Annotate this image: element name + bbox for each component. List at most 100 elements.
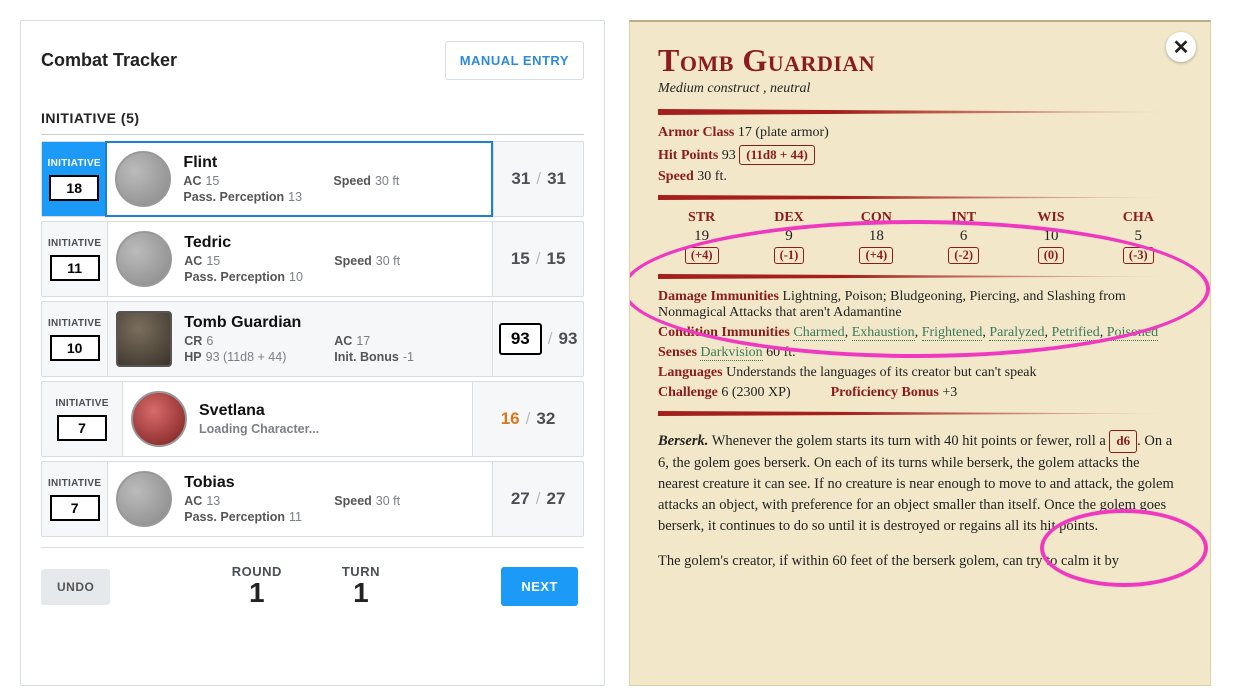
turn-value: 1 <box>342 577 380 609</box>
speed-label: Speed <box>658 169 694 184</box>
combatant-name: Svetlana <box>199 402 464 420</box>
close-button[interactable]: ✕ <box>1166 32 1196 62</box>
trait-text: Whenever the golem starts its turn with … <box>712 433 1110 449</box>
combatant-name: Tobias <box>184 474 484 492</box>
avatar <box>116 311 172 367</box>
initiative-row[interactable]: INITIATIVE 7 Tobias AC13Speed30 ft Pass.… <box>41 461 584 537</box>
ability-heading: STR <box>658 210 745 226</box>
ability-mod-button[interactable]: (-2) <box>948 247 979 264</box>
divider <box>658 411 1182 416</box>
tracker-title: Combat Tracker <box>41 50 177 71</box>
hp-max: 15 <box>547 249 566 269</box>
initiative-cell: INITIATIVE 7 <box>42 382 122 456</box>
damage-immunities-label: Damage Immunities <box>658 289 779 304</box>
initiative-cell: INITIATIVE 18 <box>42 142 106 216</box>
hp-current[interactable]: 31 <box>511 169 530 189</box>
ability-mod-button[interactable]: (0) <box>1038 247 1065 264</box>
hp-roll-button[interactable]: (11d8 + 44) <box>739 145 815 165</box>
ability-mod-button[interactable]: (-1) <box>774 247 805 264</box>
hp-max: 27 <box>547 489 566 509</box>
close-icon: ✕ <box>1173 35 1190 60</box>
condition-immunities-label: Condition Immunities <box>658 325 790 340</box>
condition-link[interactable]: Charmed <box>793 325 844 341</box>
combatant-chip[interactable]: Tedric AC15Speed30 ft Pass. Perception10 <box>107 222 492 296</box>
combatant-chip[interactable]: Tobias AC13Speed30 ft Pass. Perception11 <box>107 462 492 536</box>
ability-mod-button[interactable]: (+4) <box>685 247 719 264</box>
senses-range: 60 ft. <box>766 345 796 360</box>
initiative-input[interactable]: 7 <box>57 415 107 441</box>
avatar <box>131 391 187 447</box>
ability-score: 19 <box>658 228 745 245</box>
trait-berserk: Berserk. Whenever the golem starts its t… <box>658 430 1182 537</box>
hp-value: 93 <box>722 148 736 163</box>
initiative-cell: INITIATIVE 11 <box>42 222 107 296</box>
ability-heading: INT <box>920 210 1007 226</box>
manual-entry-button[interactable]: MANUAL ENTRY <box>445 41 584 80</box>
hp-max: 32 <box>536 409 555 429</box>
avatar <box>116 471 172 527</box>
divider <box>658 274 1182 279</box>
challenge-label: Challenge <box>658 385 718 400</box>
hp-cell[interactable]: 15 / 15 <box>492 222 583 296</box>
berserk-roll-button[interactable]: d6 <box>1109 430 1137 453</box>
monster-name: Tomb Guardian <box>658 42 1182 79</box>
hp-current[interactable]: 16 <box>501 409 520 429</box>
stat-block-panel: ✕ Tomb Guardian Medium construct , neutr… <box>629 20 1211 686</box>
initiative-input[interactable]: 18 <box>49 175 99 201</box>
combatant-chip[interactable]: Tomb Guardian CR6AC17 HP93 (11d8 + 44)In… <box>107 302 492 376</box>
avatar <box>116 231 172 287</box>
prof-bonus-value: +3 <box>942 385 957 400</box>
hp-cell[interactable]: 93 / 93 <box>492 302 583 376</box>
ability-score: 5 <box>1095 228 1182 245</box>
round-value: 1 <box>232 577 282 609</box>
undo-button[interactable]: UNDO <box>41 569 110 605</box>
combat-tracker-panel: Combat Tracker MANUAL ENTRY INITIATIVE (… <box>20 20 605 686</box>
condition-link[interactable]: Paralyzed <box>989 325 1044 341</box>
trait-berserk-continued: The golem's creator, if within 60 feet o… <box>658 551 1182 572</box>
initiative-row[interactable]: INITIATIVE 11 Tedric AC15Speed30 ft Pass… <box>41 221 584 297</box>
combatant-chip[interactable]: Svetlana Loading Character... <box>122 382 472 456</box>
initiative-input[interactable]: 10 <box>50 335 100 361</box>
initiative-cell: INITIATIVE 10 <box>42 302 107 376</box>
initiative-input[interactable]: 7 <box>50 495 100 521</box>
combatant-chip[interactable]: Flint AC15Speed30 ft Pass. Perception13 <box>105 141 493 217</box>
condition-link[interactable]: Exhaustion <box>852 325 915 341</box>
hp-current[interactable]: 93 <box>499 323 542 355</box>
languages-value: Understands the languages of its creator… <box>726 365 1036 380</box>
initiative-row[interactable]: INITIATIVE 18 Flint AC15Speed30 ft Pass.… <box>41 141 584 217</box>
ability-mod-button[interactable]: (-3) <box>1123 247 1154 264</box>
hp-cell[interactable]: 31 / 31 <box>493 142 583 216</box>
tracker-footer: UNDO ROUND 1 TURN 1 NEXT <box>41 547 584 625</box>
combatant-name: Tomb Guardian <box>184 314 484 332</box>
divider <box>658 109 1182 115</box>
senses-label: Senses <box>658 345 697 360</box>
divider <box>658 195 1182 200</box>
ability-score: 6 <box>920 228 1007 245</box>
senses-link[interactable]: Darkvision <box>700 345 762 361</box>
trait-name: Berserk. <box>658 433 708 449</box>
condition-link[interactable]: Poisoned <box>1107 325 1158 341</box>
speed-value: 30 ft. <box>697 169 727 184</box>
condition-link[interactable]: Petrified <box>1052 325 1100 341</box>
ability-scores: STR 19 (+4)DEX 9 (-1)CON 18 (+4)INT 6 (-… <box>658 210 1182 264</box>
initiative-label: INITIATIVE <box>48 318 101 329</box>
ability-heading: WIS <box>1007 210 1094 226</box>
hp-max: 93 <box>559 329 578 349</box>
condition-link[interactable]: Frightened <box>922 325 983 341</box>
initiative-label: INITIATIVE <box>48 158 101 169</box>
initiative-cell: INITIATIVE 7 <box>42 462 107 536</box>
initiative-input[interactable]: 11 <box>50 255 100 281</box>
hp-cell[interactable]: 16 / 32 <box>472 382 583 456</box>
ability-mod-button[interactable]: (+4) <box>859 247 893 264</box>
hp-label: Hit Points <box>658 148 718 163</box>
initiative-row[interactable]: INITIATIVE 10 Tomb Guardian CR6AC17 HP93… <box>41 301 584 377</box>
hp-cell[interactable]: 27 / 27 <box>492 462 583 536</box>
ability-score: 18 <box>833 228 920 245</box>
ac-value: 17 (plate armor) <box>738 125 829 140</box>
next-button[interactable]: NEXT <box>501 567 578 606</box>
hp-current[interactable]: 15 <box>511 249 530 269</box>
avatar <box>115 151 171 207</box>
initiative-label: INITIATIVE <box>55 398 108 409</box>
initiative-row[interactable]: INITIATIVE 7 Svetlana Loading Character.… <box>41 381 584 457</box>
hp-current[interactable]: 27 <box>511 489 530 509</box>
